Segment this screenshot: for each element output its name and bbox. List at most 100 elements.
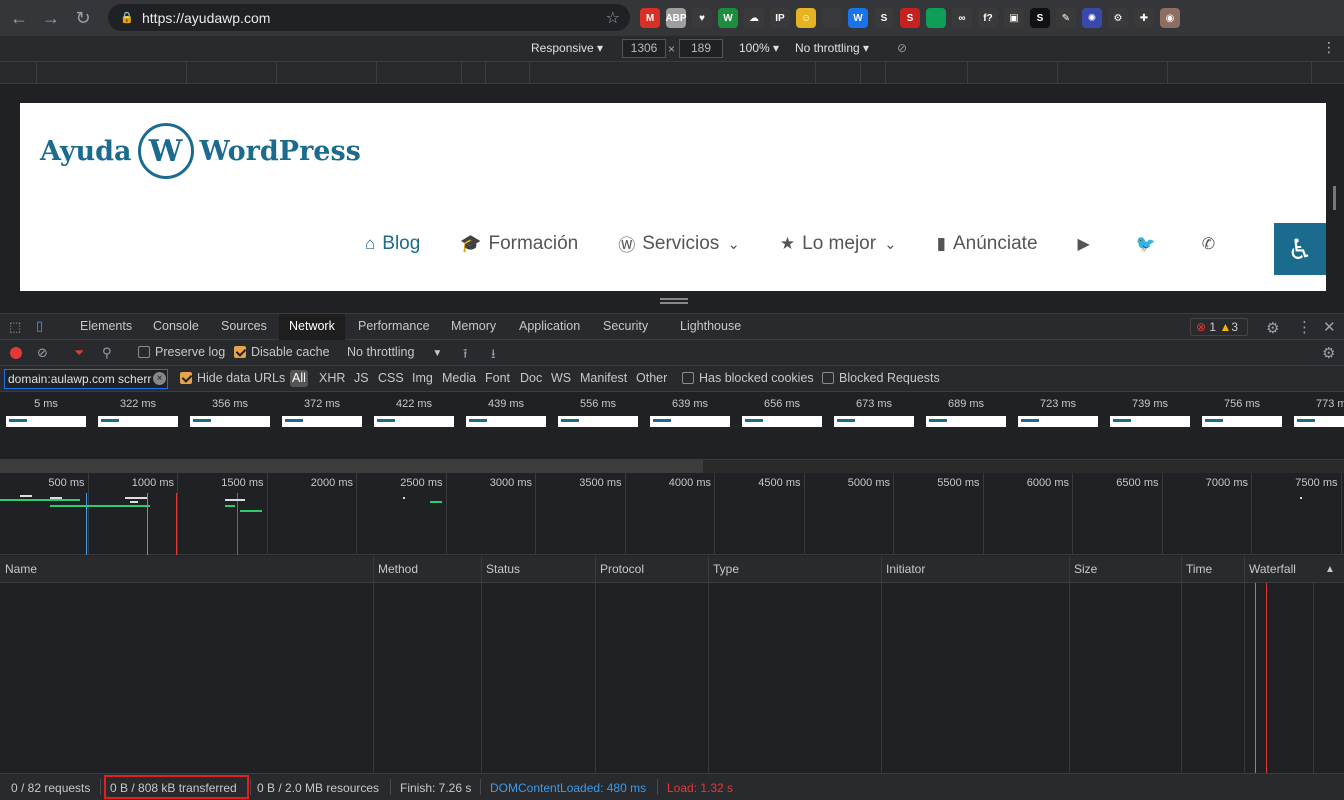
clear-icon[interactable]: ⊘ (37, 345, 48, 361)
blocked-cookies-checkbox[interactable]: Has blocked cookies (682, 371, 814, 385)
filmstrip-frame[interactable]: 556 ms (552, 392, 644, 452)
device-mode-select[interactable]: Responsive ▾ (531, 41, 603, 55)
network-settings-icon[interactable]: ⚙ (1322, 344, 1335, 362)
tab-elements[interactable]: Elements (70, 314, 142, 340)
height-input[interactable]: 189 (679, 39, 723, 58)
green-square-icon[interactable] (926, 8, 946, 28)
scrollbar-thumb[interactable] (0, 460, 703, 473)
column-size[interactable]: Size (1074, 562, 1097, 576)
filmstrip-frame[interactable]: 689 ms (920, 392, 1012, 452)
gmail-icon[interactable]: M (640, 8, 660, 28)
record-icon[interactable] (10, 347, 22, 359)
filmstrip-frame[interactable]: 5 ms (0, 392, 92, 452)
clear-filter-icon[interactable]: × (153, 372, 166, 385)
address-bar[interactable]: 🔒 https://ayudawp.com ☆ (108, 4, 630, 31)
filmstrip-frame[interactable]: 372 ms (276, 392, 368, 452)
wordpress-green-icon[interactable]: W (718, 8, 738, 28)
preserve-log-checkbox[interactable]: Preserve log (138, 345, 225, 359)
filmstrip-frame[interactable]: 723 ms (1012, 392, 1104, 452)
sort-ascending-icon[interactable]: ▲ (1325, 564, 1335, 575)
puzzle-icon[interactable]: ✚ (1134, 8, 1154, 28)
fonts-icon[interactable]: f? (978, 8, 998, 28)
resize-handle[interactable] (660, 298, 688, 304)
counter-extension-icon[interactable] (822, 8, 842, 28)
back-icon[interactable]: ← (6, 5, 32, 31)
wordpress-blue-icon[interactable]: W (848, 8, 868, 28)
ip-icon[interactable]: IP (770, 8, 790, 28)
accessibility-icon[interactable]: ♿ (1274, 223, 1326, 275)
column-method[interactable]: Method (378, 562, 418, 576)
site-logo[interactable]: Ayuda W WordPress (40, 123, 361, 179)
avatar[interactable]: ◉ (1160, 8, 1180, 28)
emoji-icon[interactable]: ☺ (796, 8, 816, 28)
filter-type-font[interactable]: Font (485, 371, 510, 385)
inspect-icon[interactable]: ⬚ (9, 319, 21, 335)
viewport-scrollbar[interactable] (1333, 186, 1336, 210)
network-throttle-select[interactable]: No throttling ▼ (347, 345, 442, 359)
youtube-icon[interactable]: ▶ (1078, 234, 1090, 254)
twitter-icon[interactable]: 🐦 (1136, 234, 1156, 254)
search-icon[interactable]: ⚲ (102, 345, 112, 361)
site-nav-item-blog[interactable]: ⌂ Blog (365, 233, 420, 255)
disable-cache-checkbox[interactable]: Disable cache (234, 345, 330, 359)
zoom-select[interactable]: 100% ▾ (739, 41, 779, 55)
filter-type-img[interactable]: Img (412, 371, 433, 385)
filmstrip-scrollbar[interactable] (0, 460, 1344, 473)
s-black-icon[interactable]: S (1030, 8, 1050, 28)
hide-data-urls-checkbox[interactable]: Hide data URLs (180, 371, 285, 385)
reload-icon[interactable]: ↻ (70, 5, 96, 31)
site-nav-item-annciate[interactable]: ▮ Anúnciate (937, 233, 1038, 255)
column-status[interactable]: Status (486, 562, 520, 576)
filter-type-css[interactable]: CSS (378, 371, 404, 385)
site-nav-item-lomejor[interactable]: ★ Lo mejor ⌄ (780, 233, 897, 255)
image-icon[interactable]: ▣ (1004, 8, 1024, 28)
column-name[interactable]: Name (5, 562, 37, 576)
device-toggle-icon[interactable]: ▯ (36, 318, 43, 334)
column-protocol[interactable]: Protocol (600, 562, 644, 576)
tab-console[interactable]: Console (143, 314, 209, 340)
filmstrip-frame[interactable]: 739 ms (1104, 392, 1196, 452)
gear-icon[interactable]: ⚙ (1108, 8, 1128, 28)
filmstrip-frame[interactable]: 656 ms (736, 392, 828, 452)
filter-type-js[interactable]: JS (354, 371, 369, 385)
export-har-icon[interactable]: ⭳ (491, 345, 496, 367)
site-nav-item-servicios[interactable]: Ⓦ Servicios ⌄ (618, 231, 740, 256)
tab-lighthouse[interactable]: Lighthouse (670, 314, 751, 340)
adblock-icon[interactable]: ABP (665, 8, 687, 28)
filter-type-xhr[interactable]: XHR (319, 371, 345, 385)
filmstrip-frame[interactable]: 322 ms (92, 392, 184, 452)
column-initiator[interactable]: Initiator (886, 562, 925, 576)
gear-blue-icon[interactable]: ✺ (1082, 8, 1102, 28)
width-input[interactable]: 1306 (622, 39, 666, 58)
filmstrip-frame[interactable]: 422 ms (368, 392, 460, 452)
tab-performance[interactable]: Performance (348, 314, 440, 340)
tab-network[interactable]: Network (279, 314, 345, 340)
cloud-icon[interactable]: ☁ (744, 8, 764, 28)
throttle-select[interactable]: No throttling ▾ (795, 41, 869, 55)
tab-application[interactable]: Application (509, 314, 590, 340)
column-time[interactable]: Time (1186, 562, 1212, 576)
import-har-icon[interactable]: ⭱ (463, 345, 468, 367)
tab-memory[interactable]: Memory (441, 314, 506, 340)
filter-type-other[interactable]: Other (636, 371, 667, 385)
pen-icon[interactable]: ✎ (1056, 8, 1076, 28)
filmstrip-frame[interactable]: 773 ms (1288, 392, 1344, 452)
more-icon[interactable]: ⋮ (1322, 39, 1336, 56)
filmstrip-frame[interactable]: 673 ms (828, 392, 920, 452)
filter-type-doc[interactable]: Doc (520, 371, 542, 385)
filter-icon[interactable]: ⏷ (74, 345, 84, 361)
bookmark-star-icon[interactable]: ☆ (606, 8, 620, 28)
column-type[interactable]: Type (713, 562, 739, 576)
link-icon[interactable]: ∞ (952, 8, 972, 28)
timeline-overview[interactable]: 500 ms 1000 ms 1500 ms 2000 ms 2500 ms 3000 m… (0, 473, 1344, 555)
filmstrip-frame[interactable]: 356 ms (184, 392, 276, 452)
rotate-icon[interactable]: ⊘ (897, 41, 907, 55)
column-waterfall[interactable]: Waterfall (1249, 562, 1296, 576)
s-circle-icon[interactable]: S (874, 8, 894, 28)
tab-sources[interactable]: Sources (211, 314, 277, 340)
phone-icon[interactable]: ✆ (1202, 234, 1215, 254)
filter-type-all[interactable]: All (290, 370, 308, 387)
filmstrip-frame[interactable]: 639 ms (644, 392, 736, 452)
site-nav-item-formacin[interactable]: 🎓 Formación (460, 233, 578, 255)
tab-security[interactable]: Security (593, 314, 658, 340)
